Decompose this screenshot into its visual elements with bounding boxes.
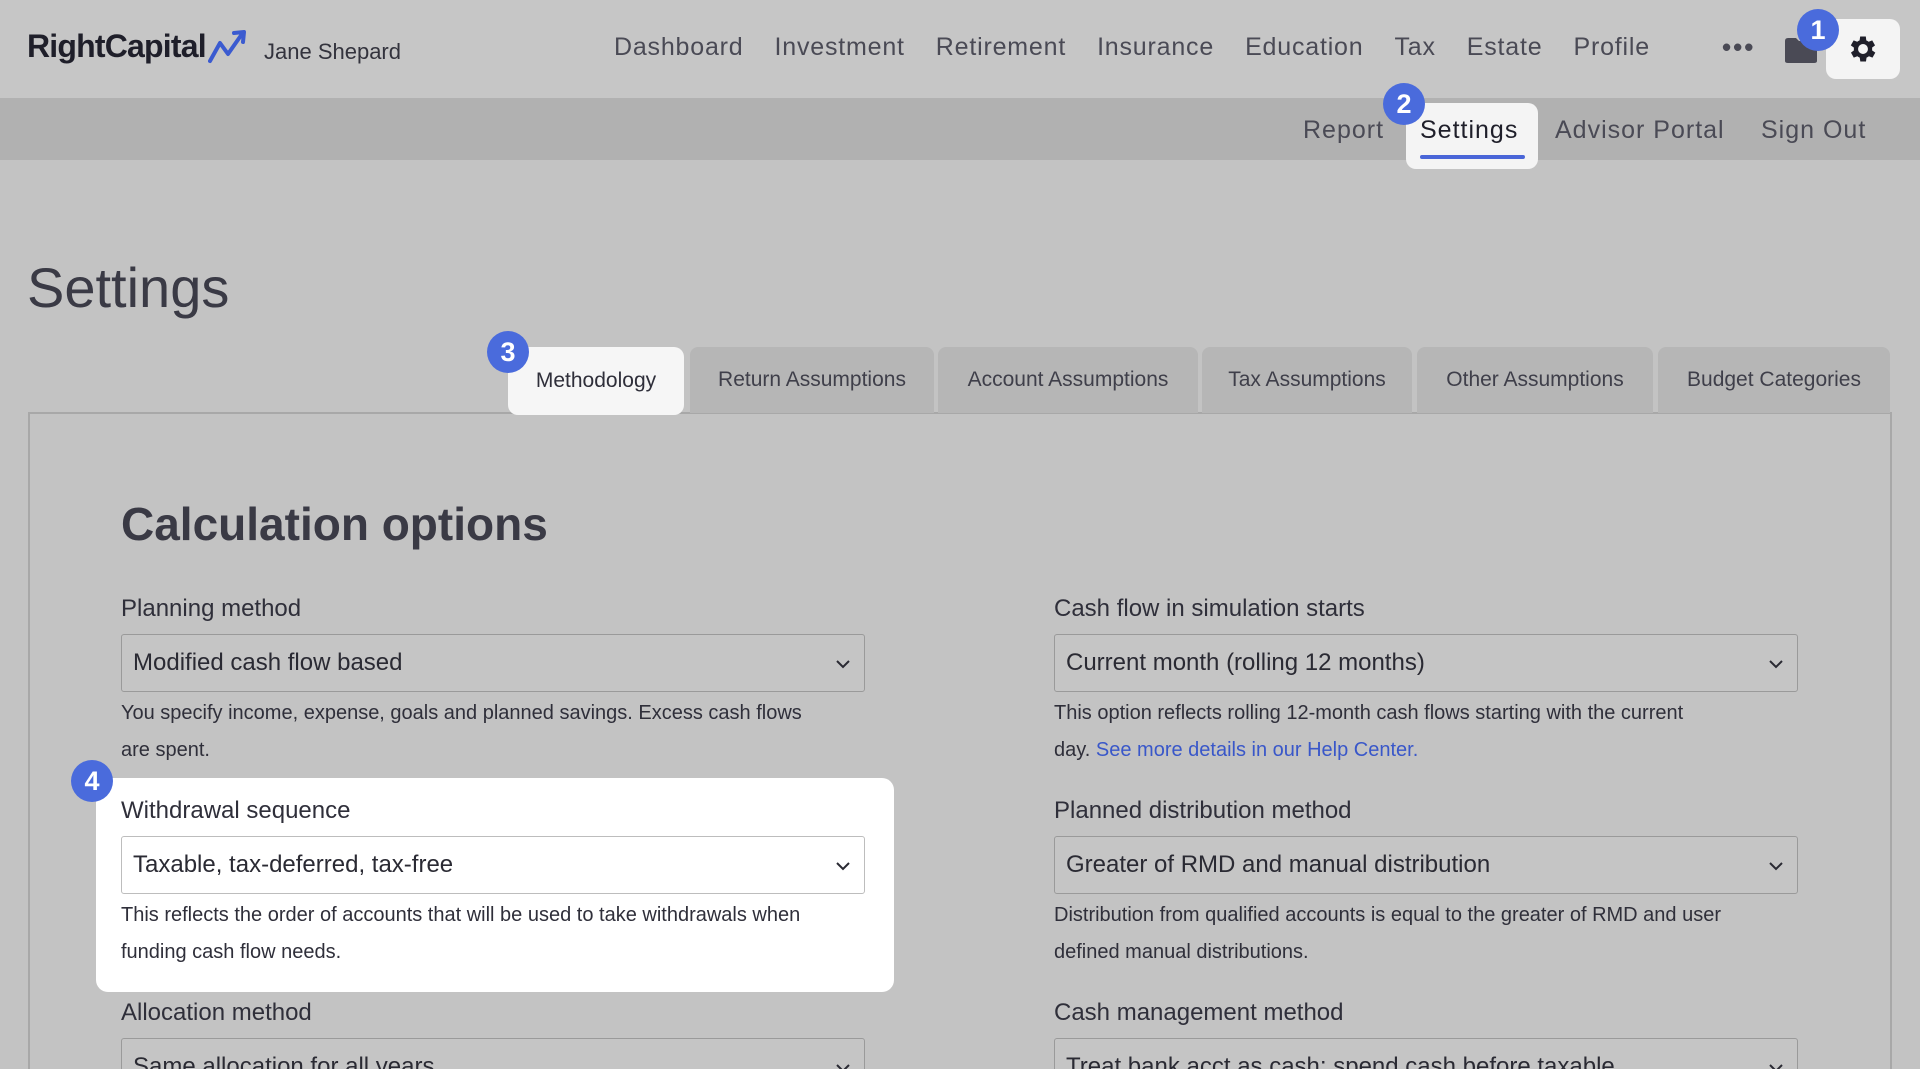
allocation-method-label: Allocation method bbox=[121, 999, 312, 1026]
cash-flow-start-help: This option reflects rolling 12-month ca… bbox=[1054, 695, 1814, 769]
planning-method-select[interactable]: Modified cash flow based bbox=[121, 634, 865, 692]
tab-methodology[interactable]: Methodology bbox=[508, 347, 684, 415]
chevron-down-icon bbox=[1769, 862, 1783, 871]
tab-budget-categories[interactable]: Budget Categories bbox=[1658, 347, 1890, 413]
allocation-method-select[interactable]: Same allocation for all years bbox=[121, 1038, 865, 1069]
chevron-down-icon bbox=[836, 862, 850, 871]
client-name: Jane Shepard bbox=[264, 39, 401, 64]
tab-account-assumptions[interactable]: Account Assumptions bbox=[938, 347, 1198, 413]
planning-method-help: You specify income, expense, goals and p… bbox=[121, 695, 881, 769]
nav-education[interactable]: Education bbox=[1245, 33, 1363, 62]
active-underline bbox=[1420, 155, 1525, 159]
step-badge-4: 4 bbox=[71, 760, 113, 802]
brand-logo[interactable]: RightCapital bbox=[27, 28, 250, 65]
step-badge-2: 2 bbox=[1383, 83, 1425, 125]
withdrawal-sequence-help-line1: This reflects the order of accounts that… bbox=[121, 904, 801, 926]
main-nav: Dashboard Investment Retirement Insuranc… bbox=[614, 33, 1681, 62]
cash-flow-start-value: Current month (rolling 12 months) bbox=[1066, 649, 1425, 676]
planned-distribution-value: Greater of RMD and manual distribution bbox=[1066, 851, 1491, 878]
step-badge-3: 3 bbox=[487, 331, 529, 373]
cash-flow-start-help-line2-wrap: day. See more details in our Help Center… bbox=[1054, 732, 1814, 769]
help-center-link[interactable]: See more details in our Help Center. bbox=[1096, 739, 1418, 761]
tab-tax-assumptions[interactable]: Tax Assumptions bbox=[1202, 347, 1412, 413]
withdrawal-sequence-help-line2: funding cash flow needs. bbox=[121, 941, 342, 963]
tab-return-assumptions[interactable]: Return Assumptions bbox=[690, 347, 934, 413]
planning-method-label: Planning method bbox=[121, 595, 302, 622]
nav-investment[interactable]: Investment bbox=[775, 33, 905, 62]
cash-management-label: Cash management method bbox=[1054, 999, 1344, 1026]
subnav-settings[interactable]: Settings bbox=[1420, 116, 1518, 145]
step-badge-1: 1 bbox=[1797, 9, 1839, 51]
cash-management-select[interactable]: Treat bank acct as cash; spend cash befo… bbox=[1054, 1038, 1798, 1069]
withdrawal-sequence-value: Taxable, tax-deferred, tax-free bbox=[133, 851, 454, 878]
nav-insurance[interactable]: Insurance bbox=[1097, 33, 1214, 62]
planning-method-value: Modified cash flow based bbox=[133, 649, 403, 676]
nav-tax[interactable]: Tax bbox=[1394, 33, 1435, 62]
gear-icon bbox=[1850, 36, 1876, 62]
page-title: Settings bbox=[27, 256, 230, 319]
planned-distribution-help-line2: defined manual distributions. bbox=[1054, 941, 1309, 963]
chevron-down-icon bbox=[836, 1064, 850, 1069]
planning-method-help-line2: are spent. bbox=[121, 739, 210, 761]
nav-retirement[interactable]: Retirement bbox=[936, 33, 1066, 62]
subnav-sign-out[interactable]: Sign Out bbox=[1761, 116, 1866, 145]
cash-flow-start-label: Cash flow in simulation starts bbox=[1054, 595, 1365, 622]
cash-flow-start-help-line2: day. bbox=[1054, 739, 1091, 761]
withdrawal-sequence-select[interactable]: Taxable, tax-deferred, tax-free bbox=[121, 836, 865, 894]
planned-distribution-help-line1: Distribution from qualified accounts is … bbox=[1054, 904, 1722, 926]
chevron-down-icon bbox=[1769, 660, 1783, 669]
withdrawal-sequence-help: This reflects the order of accounts that… bbox=[121, 897, 881, 971]
subnav-advisor-portal[interactable]: Advisor Portal bbox=[1555, 116, 1725, 145]
planned-distribution-select[interactable]: Greater of RMD and manual distribution bbox=[1054, 836, 1798, 894]
allocation-method-value: Same allocation for all years bbox=[133, 1053, 435, 1069]
cash-flow-start-select[interactable]: Current month (rolling 12 months) bbox=[1054, 634, 1798, 692]
chevron-down-icon bbox=[836, 660, 850, 669]
nav-profile[interactable]: Profile bbox=[1573, 33, 1649, 62]
nav-dashboard[interactable]: Dashboard bbox=[614, 33, 744, 62]
tab-other-assumptions[interactable]: Other Assumptions bbox=[1417, 347, 1653, 413]
planned-distribution-help: Distribution from qualified accounts is … bbox=[1054, 897, 1814, 971]
more-menu-button[interactable]: ••• bbox=[1722, 32, 1755, 63]
section-title: Calculation options bbox=[121, 498, 548, 550]
planning-method-help-line1: You specify income, expense, goals and p… bbox=[121, 702, 802, 724]
withdrawal-sequence-label: Withdrawal sequence bbox=[121, 797, 351, 824]
brand-name: RightCapital bbox=[27, 28, 207, 64]
chevron-down-icon bbox=[1769, 1064, 1783, 1069]
nav-estate[interactable]: Estate bbox=[1467, 33, 1543, 62]
trend-arrow-icon bbox=[207, 29, 246, 63]
subnav-report[interactable]: Report bbox=[1303, 116, 1384, 145]
cash-flow-start-help-line1: This option reflects rolling 12-month ca… bbox=[1054, 702, 1684, 724]
cash-management-value: Treat bank acct as cash; spend cash befo… bbox=[1066, 1053, 1615, 1069]
planned-distribution-label: Planned distribution method bbox=[1054, 797, 1352, 824]
